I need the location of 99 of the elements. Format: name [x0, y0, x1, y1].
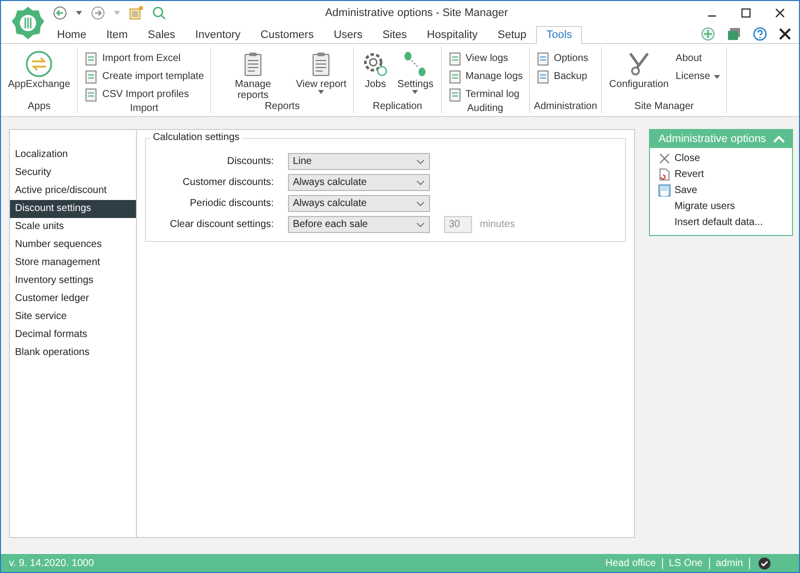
dropdown-field[interactable]: Before each sale — [288, 216, 430, 233]
ribbon-button[interactable]: About — [674, 50, 722, 67]
revert-icon — [658, 168, 672, 180]
caret-icon — [318, 90, 324, 94]
group-label: Replication — [372, 101, 424, 113]
close-icon[interactable] — [779, 28, 791, 40]
group-label: Reports — [264, 101, 301, 113]
sidebar-item[interactable]: Scale units — [10, 218, 136, 236]
document-icon — [448, 70, 462, 84]
sidebar-item[interactable]: Decimal formats — [10, 326, 136, 344]
status-item: LS One — [662, 558, 710, 568]
action-link[interactable]: Migrate users — [650, 198, 744, 214]
ribbon-button[interactable]: License — [674, 68, 722, 85]
group-label: Apps — [26, 101, 52, 113]
caret-icon — [714, 74, 720, 78]
ribbon-tab[interactable]: Item — [96, 26, 138, 43]
ribbon-button[interactable]: Terminal log — [446, 86, 525, 103]
maximize-icon[interactable] — [741, 8, 751, 18]
search-icon[interactable] — [152, 6, 166, 20]
ribbon-tab[interactable]: Home — [47, 26, 96, 43]
dropdown-field[interactable]: Always calculate — [288, 195, 430, 212]
ribbon-tab[interactable]: Sales — [138, 26, 186, 43]
action-link[interactable]: Save — [650, 182, 706, 198]
status-item: Head office — [599, 558, 663, 568]
sidebar-item[interactable]: Number sequences — [10, 236, 136, 254]
sidebar-item[interactable]: Store management — [10, 254, 136, 272]
chevron-down-icon — [416, 222, 425, 228]
ribbon-tab[interactable]: Setup — [488, 26, 536, 43]
document-icon — [448, 52, 462, 66]
group-label: Administration — [534, 101, 598, 113]
ribbon-button[interactable]: Configuration — [606, 50, 672, 90]
group-label: Import — [128, 103, 160, 115]
sidebar-item[interactable]: Discount settings — [10, 200, 136, 218]
dropdown-field[interactable]: Always calculate — [288, 174, 430, 191]
help-icon[interactable] — [753, 27, 767, 41]
windows-icon[interactable] — [727, 27, 741, 41]
dropdown-field[interactable]: Line — [288, 153, 430, 170]
ribbon-tab[interactable]: Users — [324, 26, 372, 43]
plus-circle-icon[interactable] — [701, 27, 715, 41]
chevron-down-icon — [416, 158, 425, 164]
ribbon-button[interactable]: Manage logs — [446, 68, 525, 85]
ribbon-button[interactable]: Import from Excel — [82, 50, 206, 67]
field-label: Discounts: — [226, 156, 274, 167]
ribbon-button[interactable]: Options — [534, 50, 590, 67]
group-label: Auditing — [466, 103, 504, 115]
document-icon — [536, 52, 550, 66]
caret-icon — [412, 90, 418, 94]
ribbon-tab[interactable]: Customers — [250, 26, 324, 43]
sidebar-item[interactable]: Customer ledger — [10, 290, 136, 308]
action-link[interactable]: Insert default data... — [650, 214, 771, 230]
ribbon-button[interactable]: Backup — [534, 68, 590, 85]
chevron-down-icon — [416, 200, 425, 206]
sidebar-item[interactable]: Localization — [10, 146, 136, 164]
group-box-title: Calculation settings — [150, 132, 242, 143]
save-icon — [658, 184, 672, 196]
document-icon — [84, 70, 98, 84]
forward-icon[interactable] — [91, 6, 105, 20]
sidebar-item[interactable]: Blank operations — [10, 344, 136, 362]
close-icon[interactable] — [775, 8, 785, 18]
ribbon-button[interactable]: Settings — [394, 50, 437, 94]
document-icon — [448, 88, 462, 102]
ribbon-button[interactable]: View logs — [446, 50, 525, 67]
field-label: Periodic discounts: — [188, 198, 274, 209]
sidebar-item[interactable]: Security — [10, 164, 136, 182]
version-label: v. 9. 14.2020. 1000 — [9, 558, 94, 568]
action-link[interactable]: Close — [650, 150, 708, 166]
field-label: Clear discount settings: — [168, 219, 274, 230]
app-logo-icon — [10, 5, 46, 41]
check-icon — [758, 556, 771, 570]
group-label: Site Manager — [633, 101, 695, 113]
sidebar-item[interactable]: Site service — [10, 308, 136, 326]
ribbon-tab[interactable]: Inventory — [185, 26, 251, 43]
sidebar-item[interactable]: Active price/discount — [10, 182, 136, 200]
ribbon-tab[interactable]: Sites — [372, 26, 417, 43]
ribbon-button[interactable]: CSV Import profiles — [82, 86, 206, 103]
sidebar-item[interactable]: Inventory settings — [10, 272, 136, 290]
document-icon — [84, 88, 98, 102]
ribbon-button[interactable]: Jobs — [358, 50, 392, 90]
ribbon-tab[interactable]: Hospitality — [416, 26, 488, 43]
notepad-icon[interactable] — [129, 6, 143, 20]
ribbon-button[interactable]: AppExchange — [5, 50, 74, 90]
ribbon-button[interactable]: Manage reports — [215, 50, 291, 101]
field-label: Customer discounts: — [182, 177, 274, 188]
status-item: admin — [710, 558, 750, 568]
window-title: Administrative options - Site Manager — [324, 7, 509, 19]
close-icon — [658, 152, 672, 164]
chevron-down-icon — [416, 180, 425, 186]
gear-icon — [361, 50, 390, 78]
action-link[interactable]: Revert — [650, 166, 712, 182]
ribbon-button[interactable]: Create import template — [82, 68, 206, 85]
exchange-icon — [25, 50, 54, 78]
back-icon[interactable] — [53, 6, 67, 20]
caret-icon[interactable] — [76, 11, 82, 15]
ribbon-tab[interactable]: Tools — [536, 26, 582, 44]
ribbon-button[interactable]: View report — [293, 50, 350, 94]
collapse-icon[interactable] — [773, 135, 785, 143]
unit-label: minutes — [480, 219, 515, 230]
document-icon — [536, 70, 550, 84]
document-icon — [84, 52, 98, 66]
